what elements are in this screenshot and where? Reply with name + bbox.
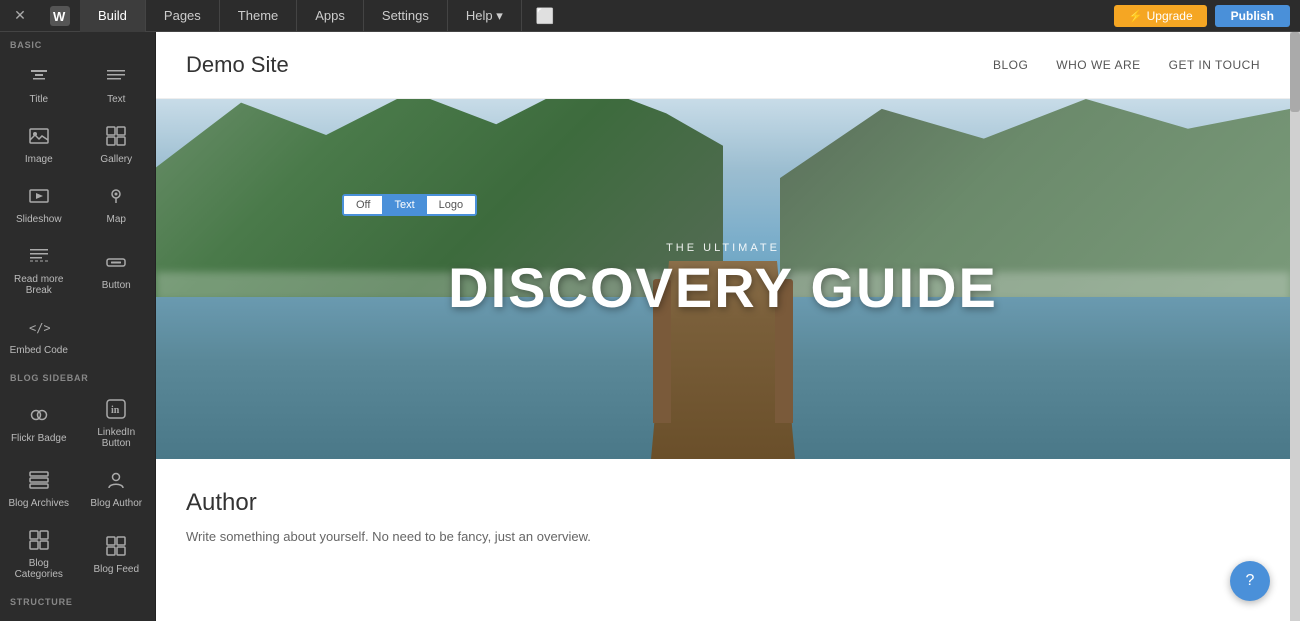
tab-help[interactable]: Help ▾ [448, 0, 522, 32]
image-icon [28, 125, 50, 150]
text-icon [105, 65, 127, 90]
blog-author-icon [105, 469, 127, 494]
widget-text-label: Text [107, 94, 125, 105]
site-nav: BLOG WHO WE ARE GET IN TOUCH [993, 58, 1260, 72]
widget-gallery[interactable]: Gallery [78, 114, 156, 174]
widget-text[interactable]: Text [78, 54, 156, 114]
widget-title[interactable]: Title [0, 54, 78, 114]
canvas-area: Demo Site BLOG WHO WE ARE GET IN TOUCH O… [156, 32, 1290, 621]
blog-archives-icon [28, 469, 50, 494]
widget-flickr-badge-label: Flickr Badge [11, 433, 67, 444]
nav-link-blog[interactable]: BLOG [993, 58, 1028, 72]
widget-linkedin-button[interactable]: in LinkedIn Button [78, 387, 156, 458]
author-section: Author Write something about yourself. N… [156, 459, 1290, 568]
device-toggle[interactable]: ⬜ [522, 7, 569, 25]
site-header: Demo Site BLOG WHO WE ARE GET IN TOUCH [156, 32, 1290, 99]
blog-categories-icon [28, 529, 50, 554]
widget-map[interactable]: Map [78, 174, 156, 234]
toggle-selector: Off Text Logo [342, 194, 477, 216]
section-label-structure: STRUCTURE [0, 589, 155, 611]
section-label-blog-sidebar: BLOG SIDEBAR [0, 365, 155, 387]
right-scrollbar[interactable] [1290, 32, 1300, 621]
svg-text:in: in [111, 405, 120, 416]
author-text: Write something about yourself. No need … [186, 527, 1260, 548]
widget-title-label: Title [29, 94, 48, 105]
widget-blog-archives-label: Blog Archives [8, 498, 69, 509]
widget-embed-code-label: Embed Code [10, 345, 68, 356]
top-bar-right: ⚡ Upgrade Publish [1114, 5, 1300, 27]
toggle-off[interactable]: Off [344, 196, 382, 214]
tab-apps[interactable]: Apps [297, 0, 364, 32]
widget-image-label: Image [25, 154, 53, 165]
widget-grid-basic: Title Text [0, 54, 155, 365]
svg-text:</>: </> [29, 321, 50, 335]
widget-map-label: Map [107, 214, 126, 225]
author-title: Author [186, 489, 1260, 517]
website-preview: Demo Site BLOG WHO WE ARE GET IN TOUCH O… [156, 32, 1290, 621]
tab-pages[interactable]: Pages [146, 0, 220, 32]
main-layout: BASIC Title [0, 32, 1300, 621]
tab-settings[interactable]: Settings [364, 0, 448, 32]
widget-spacer[interactable]: Spacer [78, 611, 156, 621]
widget-blog-feed[interactable]: Blog Feed [78, 518, 156, 589]
top-bar: ✕ W Build Pages Theme Apps Settings Help… [0, 0, 1300, 32]
widget-gallery-label: Gallery [100, 154, 132, 165]
widget-button-label: Button [102, 280, 131, 291]
scrollbar-thumb [1290, 32, 1300, 112]
widget-blog-author[interactable]: Blog Author [78, 458, 156, 518]
toggle-logo[interactable]: Logo [427, 196, 475, 214]
nav-link-who-we-are[interactable]: WHO WE ARE [1056, 58, 1140, 72]
weebly-logo[interactable]: W [40, 0, 80, 32]
widget-button[interactable]: Button [78, 234, 156, 305]
widget-divider[interactable]: Divider [0, 611, 78, 621]
widget-flickr-badge[interactable]: Flickr Badge [0, 387, 78, 458]
section-label-basic: BASIC [0, 32, 155, 54]
read-more-break-icon [28, 245, 50, 270]
upgrade-button[interactable]: ⚡ Upgrade [1114, 5, 1206, 27]
widget-blog-categories[interactable]: Blog Categories [0, 518, 78, 589]
nav-tabs: Build Pages Theme Apps Settings Help ▾ [80, 0, 522, 32]
gallery-icon [105, 125, 127, 150]
widget-grid-structure: Divider Spacer [0, 611, 155, 621]
widget-slideshow-label: Slideshow [16, 214, 62, 225]
toggle-text[interactable]: Text [382, 196, 426, 214]
hero-text: THE ULTIMATE DISCOVERY GUIDE [448, 242, 998, 316]
publish-button[interactable]: Publish [1215, 5, 1290, 27]
linkedin-button-icon: in [105, 398, 127, 423]
widget-image[interactable]: Image [0, 114, 78, 174]
left-sidebar: BASIC Title [0, 32, 156, 621]
title-icon [28, 65, 50, 90]
nav-link-get-in-touch[interactable]: GET IN TOUCH [1169, 58, 1260, 72]
site-title: Demo Site [186, 52, 289, 78]
tab-theme[interactable]: Theme [220, 0, 297, 32]
widget-blog-author-label: Blog Author [90, 498, 142, 509]
svg-text:W: W [53, 9, 66, 24]
slideshow-icon [28, 185, 50, 210]
flickr-badge-icon [28, 404, 50, 429]
embed-code-icon: </> [28, 316, 50, 341]
widget-slideshow[interactable]: Slideshow [0, 174, 78, 234]
tab-build[interactable]: Build [80, 0, 146, 32]
blog-feed-icon [105, 535, 127, 560]
map-icon [105, 185, 127, 210]
hero-section: THE ULTIMATE DISCOVERY GUIDE [156, 99, 1290, 459]
button-icon [105, 251, 127, 276]
widget-blog-archives[interactable]: Blog Archives [0, 458, 78, 518]
hero-subtitle: THE ULTIMATE [448, 242, 998, 254]
widget-embed-code[interactable]: </> Embed Code [0, 305, 78, 365]
widget-grid-blog-sidebar: Flickr Badge in LinkedIn Button [0, 387, 155, 589]
hero-title: DISCOVERY GUIDE [448, 260, 998, 316]
top-bar-left: ✕ W Build Pages Theme Apps Settings Help… [0, 0, 568, 32]
widget-read-more-break[interactable]: Read more Break [0, 234, 78, 305]
close-button[interactable]: ✕ [0, 0, 40, 32]
widget-blog-categories-label: Blog Categories [5, 558, 73, 580]
help-bubble[interactable]: ? [1230, 561, 1270, 601]
widget-blog-feed-label: Blog Feed [93, 564, 139, 575]
widget-read-more-break-label: Read more Break [5, 274, 73, 296]
widget-linkedin-button-label: LinkedIn Button [83, 427, 151, 449]
